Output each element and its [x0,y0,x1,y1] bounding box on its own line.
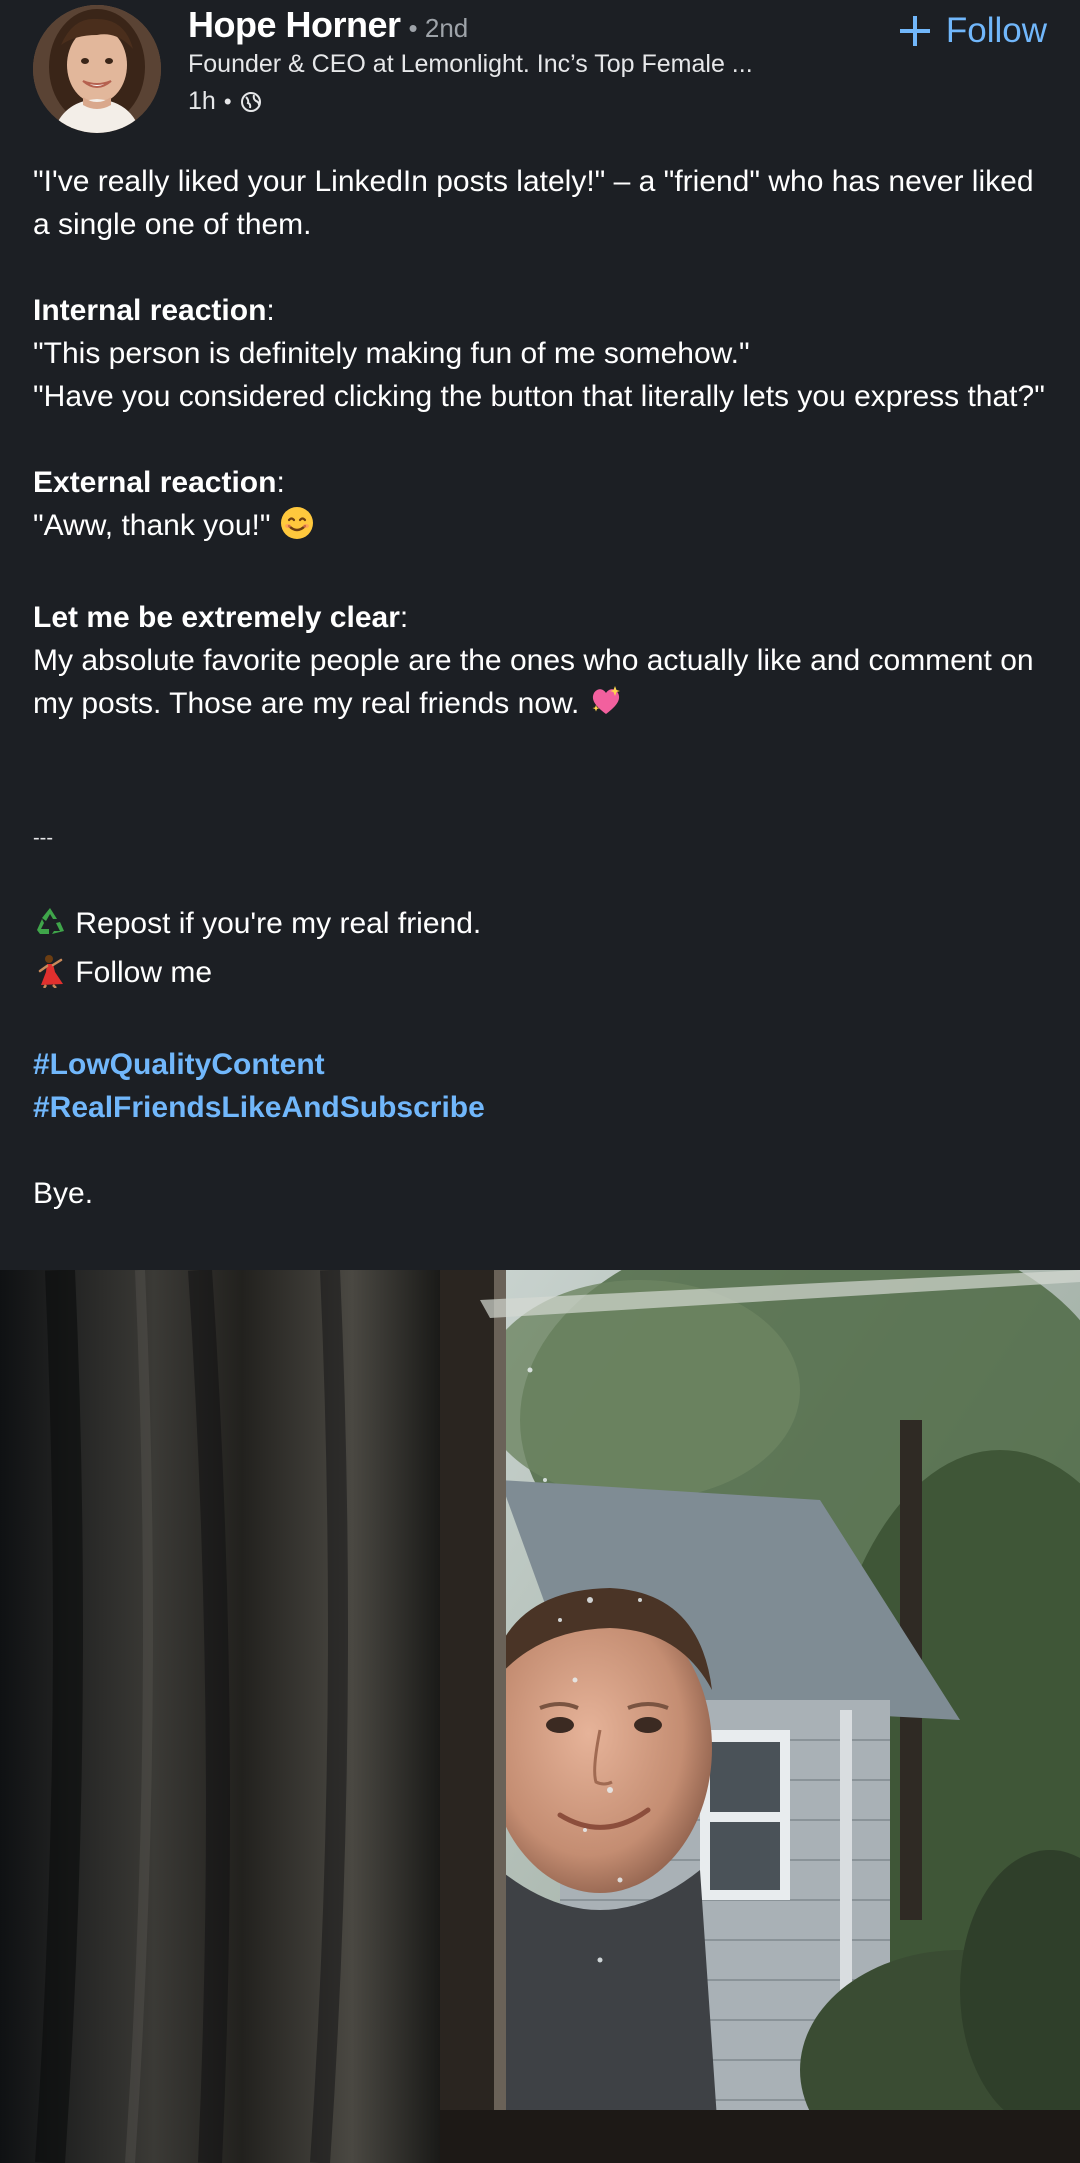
follow-me-row: Follow me [33,951,1053,1000]
external-reaction-block: External reaction: [33,461,1053,504]
hashtag-low-quality-content[interactable]: #LowQualityContent [33,1048,325,1081]
closing-line: Bye. [33,1177,94,1210]
internal-line-2: "Have you considered clicking the button… [33,380,1045,413]
clear-heading: Let me be extremely clear [33,601,400,634]
connection-degree: • 2nd [408,13,469,43]
external-reaction-heading: External reaction [33,466,277,499]
colon: : [399,601,409,634]
external-line-row: "Aww, thank you!" [33,504,1053,553]
avatar[interactable] [33,5,161,133]
post-text: "I've really liked your LinkedIn posts l… [33,160,1053,1215]
divider: --- [33,827,53,849]
internal-reaction-heading: Internal reaction [33,294,267,327]
hashtag-2-row: #RealFriendsLikeAndSubscribe [33,1086,1053,1129]
internal-reaction-block: Internal reaction: [33,289,1053,332]
colon: : [276,466,285,499]
author-name[interactable]: Hope Horner [188,4,401,46]
hashtag-1-row: #LowQualityContent [33,1043,1053,1086]
recycle-emoji [33,905,67,951]
clear-line-row: My absolute favorite people are the ones… [33,639,1053,731]
clear-line: My absolute favorite people are the ones… [33,644,1034,720]
post-image[interactable] [0,1270,1080,2163]
plus-icon [898,14,932,48]
external-line: "Aww, thank you!" [33,509,271,542]
hashtag-real-friends[interactable]: #RealFriendsLikeAndSubscribe [33,1091,485,1124]
intro-line: "I've really liked your LinkedIn posts l… [33,165,1034,241]
post-meta: 1h • [188,87,262,116]
follow-button[interactable]: Follow [898,6,1047,56]
repost-row: Repost if you're my real friend. [33,902,1053,951]
follow-me-line: Follow me [75,956,213,989]
globe-icon [240,91,262,113]
follow-label: Follow [945,11,1047,50]
internal-line-1: "This person is definitely making fun of… [33,337,750,370]
dancer-emoji [33,954,67,1000]
sparkling-heart-emoji [588,683,624,731]
smiling-face-emoji [279,505,315,553]
clear-block: Let me be extremely clear: [33,596,1053,639]
author-name-line: Hope Horner • 2nd [188,4,468,50]
meta-separator: • [223,88,232,114]
author-headline: Founder & CEO at Lemonlight. Inc’s Top F… [188,50,753,78]
post-header: Hope Horner • 2nd Founder & CEO at Lemon… [0,0,1080,150]
post-time: 1h [188,87,216,115]
repost-line: Repost if you're my real friend. [75,907,482,940]
colon: : [266,294,275,327]
